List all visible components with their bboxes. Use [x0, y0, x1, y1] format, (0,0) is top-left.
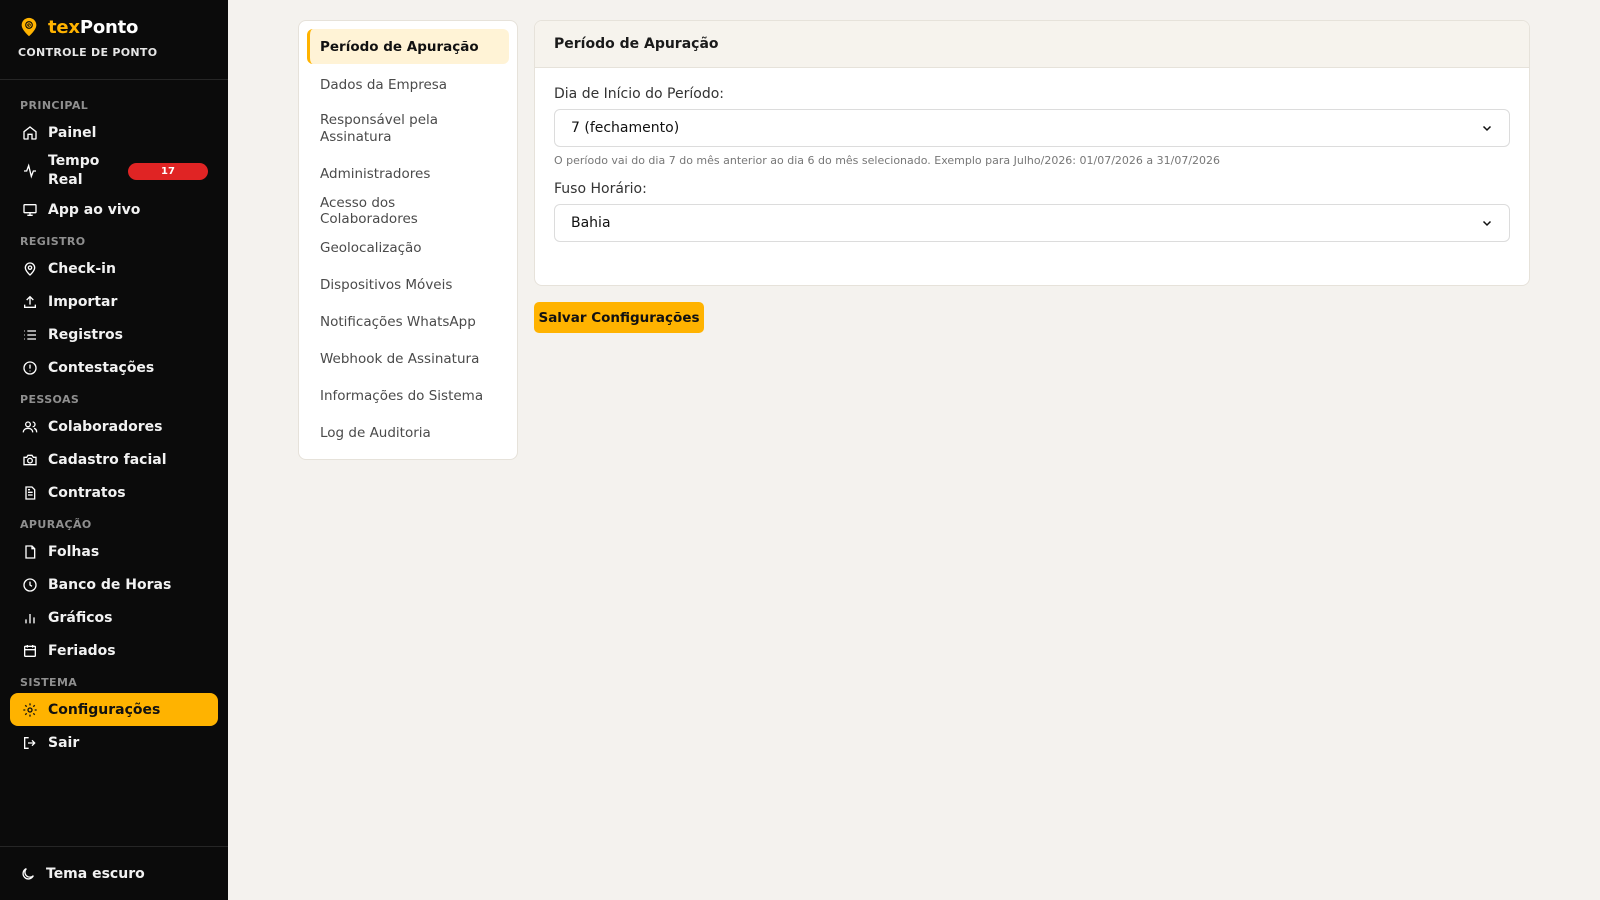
section-title-principal: PRINCIPAL [20, 99, 89, 112]
brand-subtitle: CONTROLE DE PONTO [18, 46, 158, 59]
sidebar-item-label: Colaboradores [48, 418, 163, 435]
location-logo-icon [21, 17, 37, 37]
live-count-badge: 17 [128, 163, 208, 180]
sidebar-item-label: Feriados [48, 642, 116, 659]
settings-tab-geolocalizacao[interactable]: Geolocalização [307, 229, 509, 266]
settings-tab-administradores[interactable]: Administradores [307, 155, 509, 192]
sidebar-item-graficos[interactable]: Gráficos [10, 601, 218, 634]
sidebar-item-label: Contestações [48, 359, 155, 376]
calendar-icon [22, 643, 38, 659]
sidebar-item-label: Folhas [48, 543, 100, 560]
sidebar-item-folhas[interactable]: Folhas [10, 535, 218, 568]
file-icon [22, 544, 38, 560]
sidebar-item-sair[interactable]: Sair [10, 726, 218, 759]
settings-tab-log-de-auditoria[interactable]: Log de Auditoria [307, 414, 509, 451]
sidebar-item-app-ao-vivo[interactable]: App ao vivo [10, 193, 218, 226]
settings-tab-webhook-de-assinatura[interactable]: Webhook de Assinatura [307, 340, 509, 377]
settings-tab-dispositivos-moveis[interactable]: Dispositivos Móveis [307, 266, 509, 303]
sidebar-item-feriados[interactable]: Feriados [10, 634, 218, 667]
sidebar-item-label: Cadastro facial [48, 451, 167, 468]
sidebar-item-label: Configurações [48, 701, 161, 718]
start-day-select[interactable]: 7 (fechamento) [554, 109, 1510, 147]
section-title-apuracao: APURAÇÃO [20, 518, 92, 531]
sidebar-item-label: Gráficos [48, 609, 113, 626]
timezone-select[interactable]: Bahia [554, 204, 1510, 242]
list-icon [22, 327, 38, 343]
sidebar-item-label: Check-in [48, 260, 116, 277]
timezone-value: Bahia [571, 215, 611, 231]
sidebar-item-label: Registros [48, 326, 123, 343]
sidebar-item-label: Contratos [48, 484, 126, 501]
sidebar-item-painel[interactable]: Painel [10, 116, 218, 149]
chevron-down-icon [1482, 220, 1492, 227]
sidebar-item-importar[interactable]: Importar [10, 285, 218, 318]
section-title-sistema: SISTEMA [20, 676, 78, 689]
logout-icon [22, 735, 38, 751]
dark-theme-toggle[interactable]: Tema escuro [0, 846, 228, 900]
clock-icon [22, 577, 38, 593]
sidebar-nav: PRINCIPAL Painel Tempo Real 17 App ao vi… [0, 80, 228, 759]
sidebar-item-label: Banco de Horas [48, 576, 172, 593]
bar-chart-icon [22, 610, 38, 626]
period-settings-card: Período de Apuração Dia de Início do Per… [534, 20, 1530, 286]
settings-tab-dados-da-empresa[interactable]: Dados da Empresa [307, 66, 509, 103]
brand: texPonto CONTROLE DE PONTO [0, 0, 228, 80]
camera-icon [22, 452, 38, 468]
upload-icon [22, 294, 38, 310]
sidebar: texPonto CONTROLE DE PONTO PRINCIPAL Pai… [0, 0, 228, 900]
settings-tab-responsavel-pela-assinatura[interactable]: Responsável pela Assinatura [307, 103, 509, 155]
section-title-registro: REGISTRO [20, 235, 86, 248]
sidebar-item-label: Painel [48, 124, 97, 141]
settings-tab-periodo-de-apuracao[interactable]: Período de Apuração [307, 29, 509, 64]
section-title-pessoas: PESSOAS [20, 393, 80, 406]
settings-tab-notificacoes-whatsapp[interactable]: Notificações WhatsApp [307, 303, 509, 340]
chevron-down-icon [1482, 125, 1492, 132]
timezone-label: Fuso Horário: [554, 181, 647, 197]
settings-tab-acesso-dos-colaboradores[interactable]: Acesso dos Colaboradores [307, 192, 509, 229]
map-pin-icon [22, 261, 38, 277]
sidebar-item-contestacoes[interactable]: Contestações [10, 351, 218, 384]
sidebar-item-label: App ao vivo [48, 201, 141, 218]
sidebar-item-registros[interactable]: Registros [10, 318, 218, 351]
card-title: Período de Apuração [535, 21, 1529, 68]
brand-name: texPonto [48, 16, 139, 38]
sidebar-item-contratos[interactable]: Contratos [10, 476, 218, 509]
file-text-icon [22, 485, 38, 501]
sidebar-item-colaboradores[interactable]: Colaboradores [10, 410, 218, 443]
start-day-label: Dia de Início do Período: [554, 86, 724, 102]
sidebar-item-configuracoes[interactable]: Configurações [10, 693, 218, 726]
dark-theme-label: Tema escuro [46, 865, 145, 882]
sidebar-item-tempo-real[interactable]: Tempo Real 17 [10, 149, 218, 193]
sidebar-item-label: Tempo Real [48, 153, 100, 188]
start-day-hint: O período vai do dia 7 do mês anterior a… [554, 154, 1221, 167]
moon-icon [22, 867, 34, 880]
gear-icon [22, 702, 38, 718]
users-icon [22, 419, 38, 435]
settings-menu: Período de Apuração Dados da Empresa Res… [298, 20, 518, 460]
sidebar-item-label: Importar [48, 293, 118, 310]
sidebar-item-label: Sair [48, 734, 80, 751]
home-icon [22, 125, 38, 141]
sidebar-item-banco-de-horas[interactable]: Banco de Horas [10, 568, 218, 601]
alert-circle-icon [22, 360, 38, 376]
start-day-value: 7 (fechamento) [571, 120, 680, 136]
activity-icon [22, 163, 38, 179]
settings-tab-informacoes-do-sistema[interactable]: Informações do Sistema [307, 377, 509, 414]
sidebar-item-cadastro-facial[interactable]: Cadastro facial [10, 443, 218, 476]
save-settings-button[interactable]: Salvar Configurações [534, 302, 704, 333]
sidebar-item-check-in[interactable]: Check-in [10, 252, 218, 285]
monitor-icon [22, 202, 38, 218]
